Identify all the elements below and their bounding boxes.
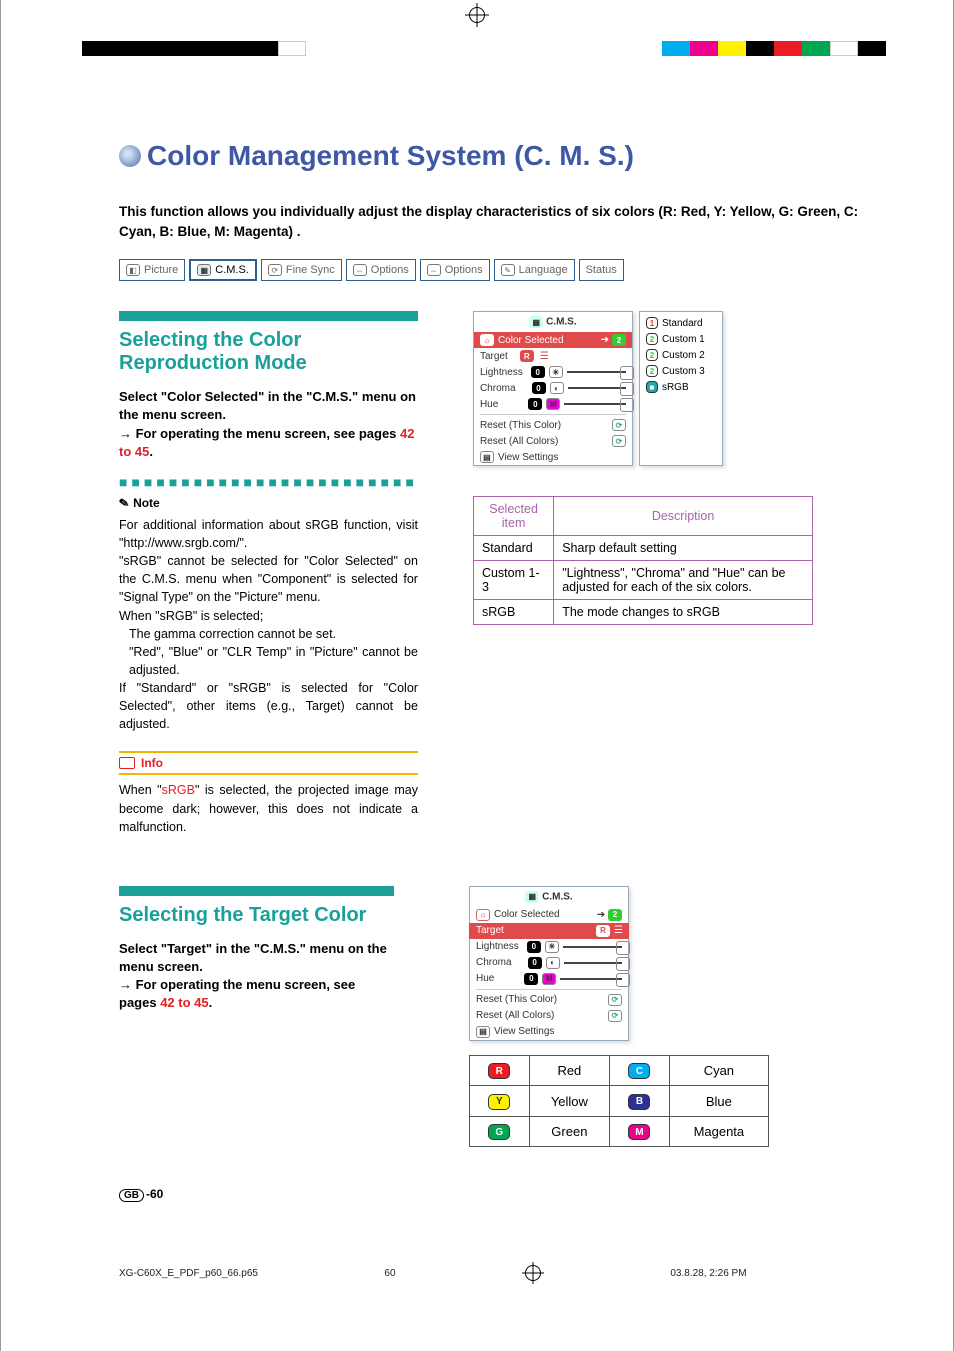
pencil-note-icon: ✎ [118, 495, 130, 511]
intro-text: This function allows you individually ad… [119, 202, 873, 241]
sync-icon: ⟳ [268, 264, 282, 276]
color-legend-table: R Red C Cyan Y Yellow B Blue G Green [469, 1055, 769, 1148]
badge-green-icon: G [488, 1124, 510, 1140]
osd-row-reset-this[interactable]: Reset (This Color)⟳ [474, 417, 632, 433]
options-icon: ⇔ [427, 264, 441, 276]
option-srgb[interactable]: ■sRGB [640, 379, 722, 395]
badge-cyan-icon: C [628, 1063, 650, 1079]
osd-row-reset-this[interactable]: Reset (This Color)⟳ [470, 992, 628, 1008]
tab-picture[interactable]: ◧Picture [119, 259, 185, 281]
option-custom2[interactable]: 2Custom 2 [640, 347, 722, 363]
osd-row-view-settings[interactable]: ▤View Settings [470, 1024, 628, 1040]
footer-timestamp: 03.8.28, 2:26 PM [670, 1268, 746, 1279]
badge-magenta-icon: M [628, 1124, 650, 1140]
note-body: For additional information about sRGB fu… [119, 516, 418, 734]
title-bullet-icon [119, 145, 141, 167]
osd-menu-target: ▦ C.M.S. ☼ Color Selected ➔ 2 Target R ☰… [469, 886, 629, 1041]
page-number: GB-60 [119, 1187, 873, 1202]
picture-icon: ◧ [126, 264, 140, 276]
bottom-crop-icon [522, 1262, 544, 1284]
info-body: When "sRGB" is selected, the projected i… [119, 781, 418, 835]
osd-row-hue[interactable]: Hue 0 M [474, 396, 632, 412]
osd-row-hue[interactable]: Hue 0 M [470, 971, 628, 987]
osd-row-reset-all[interactable]: Reset (All Colors)⟳ [474, 433, 632, 449]
option-custom3[interactable]: 2Custom 3 [640, 363, 722, 379]
dotted-divider: ■■■■■■■■■■■■■■■■■■■■■■■■ [119, 474, 418, 490]
osd-row-color-selected[interactable]: ☼ Color Selected ➔ 2 [470, 907, 628, 923]
language-icon: ✎ [501, 264, 515, 276]
osd-row-color-selected[interactable]: ☼ Color Selected ➔ 2 [474, 332, 632, 348]
print-bar-left [82, 41, 306, 56]
page-title: Color Management System (C. M. S.) [119, 140, 873, 172]
section-divider [119, 886, 394, 896]
tab-status[interactable]: Status [579, 259, 624, 281]
info-bar: Info [119, 751, 418, 775]
badge-red-icon: R [488, 1063, 510, 1079]
table-row: StandardSharp default setting [473, 536, 812, 561]
footer: XG-C60X_E_PDF_p60_66.p65 60 03.8.28, 2:2… [1, 1262, 953, 1284]
tab-options-2[interactable]: ⇔Options [420, 259, 490, 281]
info-icon [119, 757, 135, 769]
osd-row-lightness[interactable]: Lightness 0 ☀ [474, 364, 632, 380]
note-heading: ✎ Note [119, 496, 418, 510]
tab-options-1[interactable]: ⇔Options [346, 259, 416, 281]
print-bar-right [662, 41, 886, 56]
badge-yellow-icon: Y [488, 1094, 510, 1110]
menu-tabs: ◧Picture ▦C.M.S. ⟳Fine Sync ⇔Options ⇔Op… [119, 259, 873, 281]
table-row: Custom 1-3"Lightness", "Chroma" and "Hue… [473, 561, 812, 600]
instruction-text: Select "Color Selected" in the "C.M.S." … [119, 388, 418, 461]
osd-row-chroma[interactable]: Chroma 0 ◐ [474, 380, 632, 396]
section-heading-reproduction-mode: Selecting the Color Reproduction Mode [119, 329, 418, 375]
option-standard[interactable]: 1Standard [640, 315, 722, 331]
footer-filename: XG-C60X_E_PDF_p60_66.p65 [119, 1268, 258, 1279]
cms-icon: ▦ [197, 264, 211, 276]
osd-side-options: 1Standard 2Custom 1 2Custom 2 2Custom 3 … [639, 311, 723, 466]
osd-row-target-hl[interactable]: Target R ☰ [469, 923, 629, 939]
badge-blue-icon: B [628, 1094, 650, 1110]
tab-cms[interactable]: ▦C.M.S. [189, 259, 257, 281]
tab-fine-sync[interactable]: ⟳Fine Sync [261, 259, 342, 281]
section-heading-target-color: Selecting the Target Color [119, 904, 394, 927]
page-link[interactable]: 42 to 45 [160, 995, 208, 1010]
osd-row-target[interactable]: Target R ☰ [474, 348, 632, 364]
top-crop-mark [1, 0, 953, 30]
osd-row-reset-all[interactable]: Reset (All Colors)⟳ [470, 1008, 628, 1024]
options-icon: ⇔ [353, 264, 367, 276]
tab-language[interactable]: ✎Language [494, 259, 575, 281]
section-divider [119, 311, 418, 321]
table-row: sRGBThe mode changes to sRGB [473, 600, 812, 625]
footer-page: 60 [384, 1268, 395, 1279]
osd-row-view-settings[interactable]: ▤ View Settings [474, 449, 632, 465]
osd-row-chroma[interactable]: Chroma 0 ◐ [470, 955, 628, 971]
osd-row-lightness[interactable]: Lightness 0 ☀ [470, 939, 628, 955]
description-table: Selected itemDescription StandardSharp d… [473, 496, 813, 625]
option-custom1[interactable]: 2Custom 1 [640, 331, 722, 347]
osd-menu-cms: ▦ C.M.S. ☼ Color Selected ➔ 2 Target R ☰ [473, 311, 633, 466]
instruction-text: Select "Target" in the "C.M.S." menu on … [119, 940, 394, 1013]
